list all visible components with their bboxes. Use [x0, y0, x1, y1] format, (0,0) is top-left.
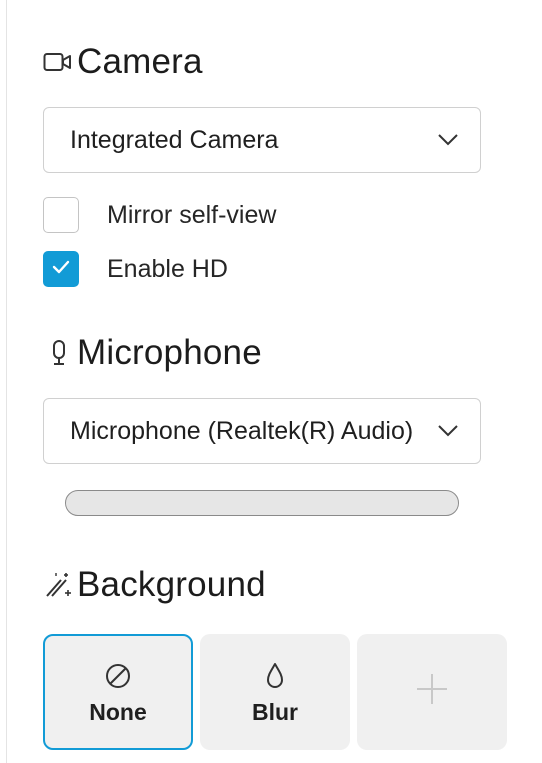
chevron-down-icon: [434, 126, 462, 154]
enable-hd-option[interactable]: Enable HD: [43, 251, 228, 287]
checkmark-icon: [52, 260, 70, 279]
magic-wand-icon: [43, 570, 77, 600]
camera-select-value: Integrated Camera: [70, 125, 279, 154]
mirror-self-view-option[interactable]: Mirror self-view: [43, 197, 276, 233]
camera-select[interactable]: Integrated Camera: [43, 107, 481, 173]
background-tile-label: None: [89, 698, 147, 725]
mirror-self-view-label: Mirror self-view: [107, 200, 277, 229]
background-tile-label: Blur: [252, 698, 298, 725]
microphone-icon: [43, 338, 75, 368]
camera-icon: [43, 47, 77, 77]
enable-hd-label: Enable HD: [107, 254, 228, 283]
background-tile-none[interactable]: None: [43, 634, 193, 750]
settings-panel: Camera Integrated Camera Mirror self-vie…: [6, 0, 542, 763]
camera-title: Camera: [77, 42, 203, 81]
background-tile-add[interactable]: [357, 634, 507, 750]
microphone-select-value: Microphone (Realtek(R) Audio): [70, 416, 414, 445]
microphone-select[interactable]: Microphone (Realtek(R) Audio): [43, 398, 481, 464]
background-tile-blur[interactable]: Blur: [200, 634, 350, 750]
blur-drop-icon: [264, 659, 286, 693]
camera-section-header: Camera: [43, 42, 203, 82]
chevron-down-icon: [434, 417, 462, 445]
microphone-title: Microphone: [77, 333, 262, 372]
background-section-header: Background: [43, 565, 266, 605]
plus-icon: [414, 672, 450, 706]
mirror-self-view-checkbox[interactable]: [43, 197, 79, 233]
enable-hd-checkbox[interactable]: [43, 251, 79, 287]
none-icon: [103, 659, 133, 693]
microphone-level-meter: [65, 490, 459, 516]
background-title: Background: [77, 565, 266, 604]
microphone-section-header: Microphone: [43, 333, 262, 373]
